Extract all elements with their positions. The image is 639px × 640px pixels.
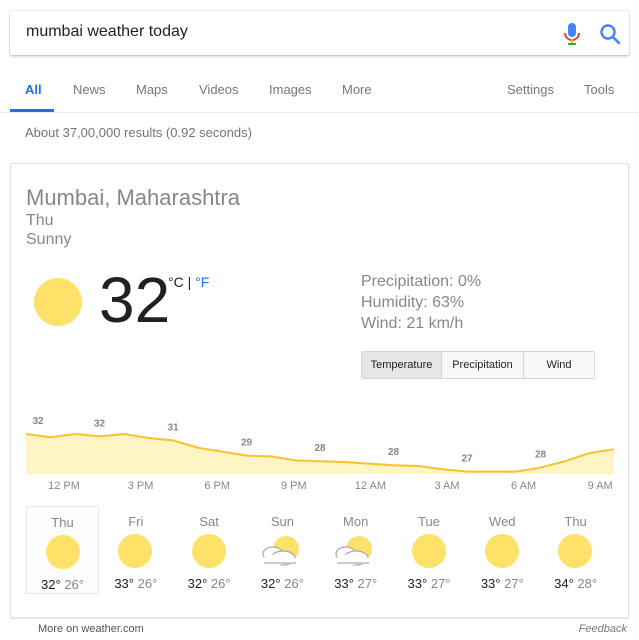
temperature-label: 28 [535, 450, 547, 461]
chart-mode-buttons: Temperature Precipitation Wind [361, 351, 595, 379]
forecast-low: 26° [137, 576, 158, 591]
time-label: 12 AM [354, 480, 386, 492]
forecast-low: 26° [284, 576, 304, 591]
search-bar[interactable]: mumbai weather today [10, 11, 629, 55]
forecast-high: 32° [187, 576, 208, 591]
forecast-high: 33° [480, 576, 501, 591]
wind-button[interactable]: Wind [524, 352, 594, 378]
temperature-label: 31 [167, 422, 179, 433]
search-tabs: All News Maps Videos Images More Setting… [0, 64, 639, 113]
temperature-chart: 32 32 31 29 28 28 27 28 [26, 416, 614, 474]
partly-cloudy-icon [332, 533, 373, 569]
forecast-day-name: Mon [343, 514, 369, 529]
forecast-day[interactable]: Thu 32° 26° [26, 506, 99, 594]
sun-icon [484, 533, 520, 569]
precipitation-button[interactable]: Precipitation [442, 352, 524, 378]
time-label: 3 PM [127, 480, 154, 492]
weather-details: Precipitation: 0% Humidity: 63% Wind: 21… [361, 271, 481, 334]
humidity-text: Humidity: 63% [361, 294, 465, 311]
forecast-day-name: Sun [270, 514, 294, 529]
tab-settings[interactable]: Settings [507, 82, 554, 97]
temperature-label: 32 [32, 416, 44, 427]
fahrenheit-toggle[interactable]: °F [195, 274, 209, 290]
wind-text: Wind: 21 km/h [361, 315, 464, 332]
sun-icon [45, 534, 81, 570]
time-label: 3 AM [434, 480, 460, 492]
sun-icon [411, 533, 447, 569]
forecast-day[interactable]: Wed 33° 27° [466, 506, 539, 594]
search-input[interactable]: mumbai weather today [26, 23, 188, 41]
forecast-low: 28° [577, 576, 598, 591]
forecast-low: 26° [210, 576, 231, 591]
forecast-day-name: Thu [51, 515, 74, 530]
current-temperature: 32 [99, 264, 171, 336]
sun-icon [191, 533, 227, 569]
forecast-day-name: Thu [564, 514, 587, 529]
forecast-high: 32° [41, 577, 61, 592]
active-tab-indicator [10, 109, 54, 112]
tab-videos[interactable]: Videos [199, 82, 239, 97]
time-axis: 12 PM 3 PM 6 PM 9 PM 12 AM 3 AM 6 AM 9 AM [26, 480, 614, 496]
time-label: 9 PM [280, 480, 307, 492]
forecast-day[interactable]: Tue 33° 27° [393, 506, 466, 594]
forecast-day[interactable]: Sat 32° 26° [173, 506, 246, 594]
precipitation-text: Precipitation: 0% [361, 273, 482, 290]
forecast-day-name: Tue [418, 514, 440, 529]
forecast-low: 26° [64, 577, 84, 592]
forecast-high: 32° [260, 576, 281, 591]
sun-icon [557, 533, 593, 569]
weather-day: Thu [26, 212, 54, 229]
temperature-label: 32 [94, 418, 106, 429]
tab-more[interactable]: More [342, 82, 372, 97]
tab-all[interactable]: All [25, 82, 42, 97]
forecast-low: 27° [504, 576, 524, 591]
celsius-toggle[interactable]: °C [168, 274, 184, 290]
daily-forecast: Thu 32° 26° Fri 33° 26° Sat 32° 26° Sun 32° 26°… [26, 506, 614, 596]
forecast-low: 27° [357, 576, 378, 591]
time-label: 6 AM [511, 480, 537, 492]
time-label: 12 PM [48, 480, 80, 492]
time-label: 6 PM [204, 480, 231, 492]
temperature-label: 29 [241, 438, 253, 449]
temperature-label: 28 [314, 443, 326, 454]
partly-cloudy-icon [259, 533, 299, 569]
microphone-icon[interactable] [561, 22, 583, 46]
tab-tools[interactable]: Tools [584, 82, 614, 97]
result-stats: About 37,00,000 results (0.92 seconds) [25, 125, 252, 140]
tab-images[interactable]: Images [269, 82, 312, 97]
forecast-day-name: Sat [199, 514, 219, 529]
unit-toggle: °C | °F [168, 274, 209, 290]
sun-icon [117, 533, 153, 569]
forecast-day[interactable]: Sun 32° 26° [246, 506, 319, 594]
sun-icon [34, 278, 82, 326]
temperature-button[interactable]: Temperature [362, 352, 442, 378]
time-label: 9 AM [587, 480, 613, 492]
forecast-day[interactable]: Mon 33° 27° [319, 506, 392, 594]
search-icon[interactable] [598, 22, 622, 46]
weather-source-link[interactable]: More on weather.com [38, 623, 144, 635]
weather-location[interactable]: Mumbai, Maharashtra [26, 185, 240, 211]
temperature-label: 27 [461, 454, 473, 465]
feedback-link[interactable]: Feedback [579, 623, 627, 635]
weather-condition: Sunny [26, 231, 72, 248]
forecast-day-name: Wed [489, 514, 516, 529]
forecast-high: 33° [407, 576, 428, 591]
tab-maps[interactable]: Maps [136, 82, 168, 97]
tab-news[interactable]: News [73, 82, 106, 97]
forecast-high: 33° [334, 576, 354, 591]
forecast-day[interactable]: Fri 33° 26° [99, 506, 172, 594]
forecast-high: 34° [554, 576, 574, 591]
forecast-day[interactable]: Thu 34° 28° [539, 506, 612, 594]
forecast-low: 27° [430, 576, 451, 591]
temperature-label: 28 [388, 447, 400, 458]
forecast-day-name: Fri [128, 514, 144, 529]
forecast-high: 33° [114, 576, 134, 591]
unit-separator: | [183, 274, 196, 290]
weather-card: Mumbai, Maharashtra Thu Sunny 32 °C | °F… [10, 163, 629, 618]
